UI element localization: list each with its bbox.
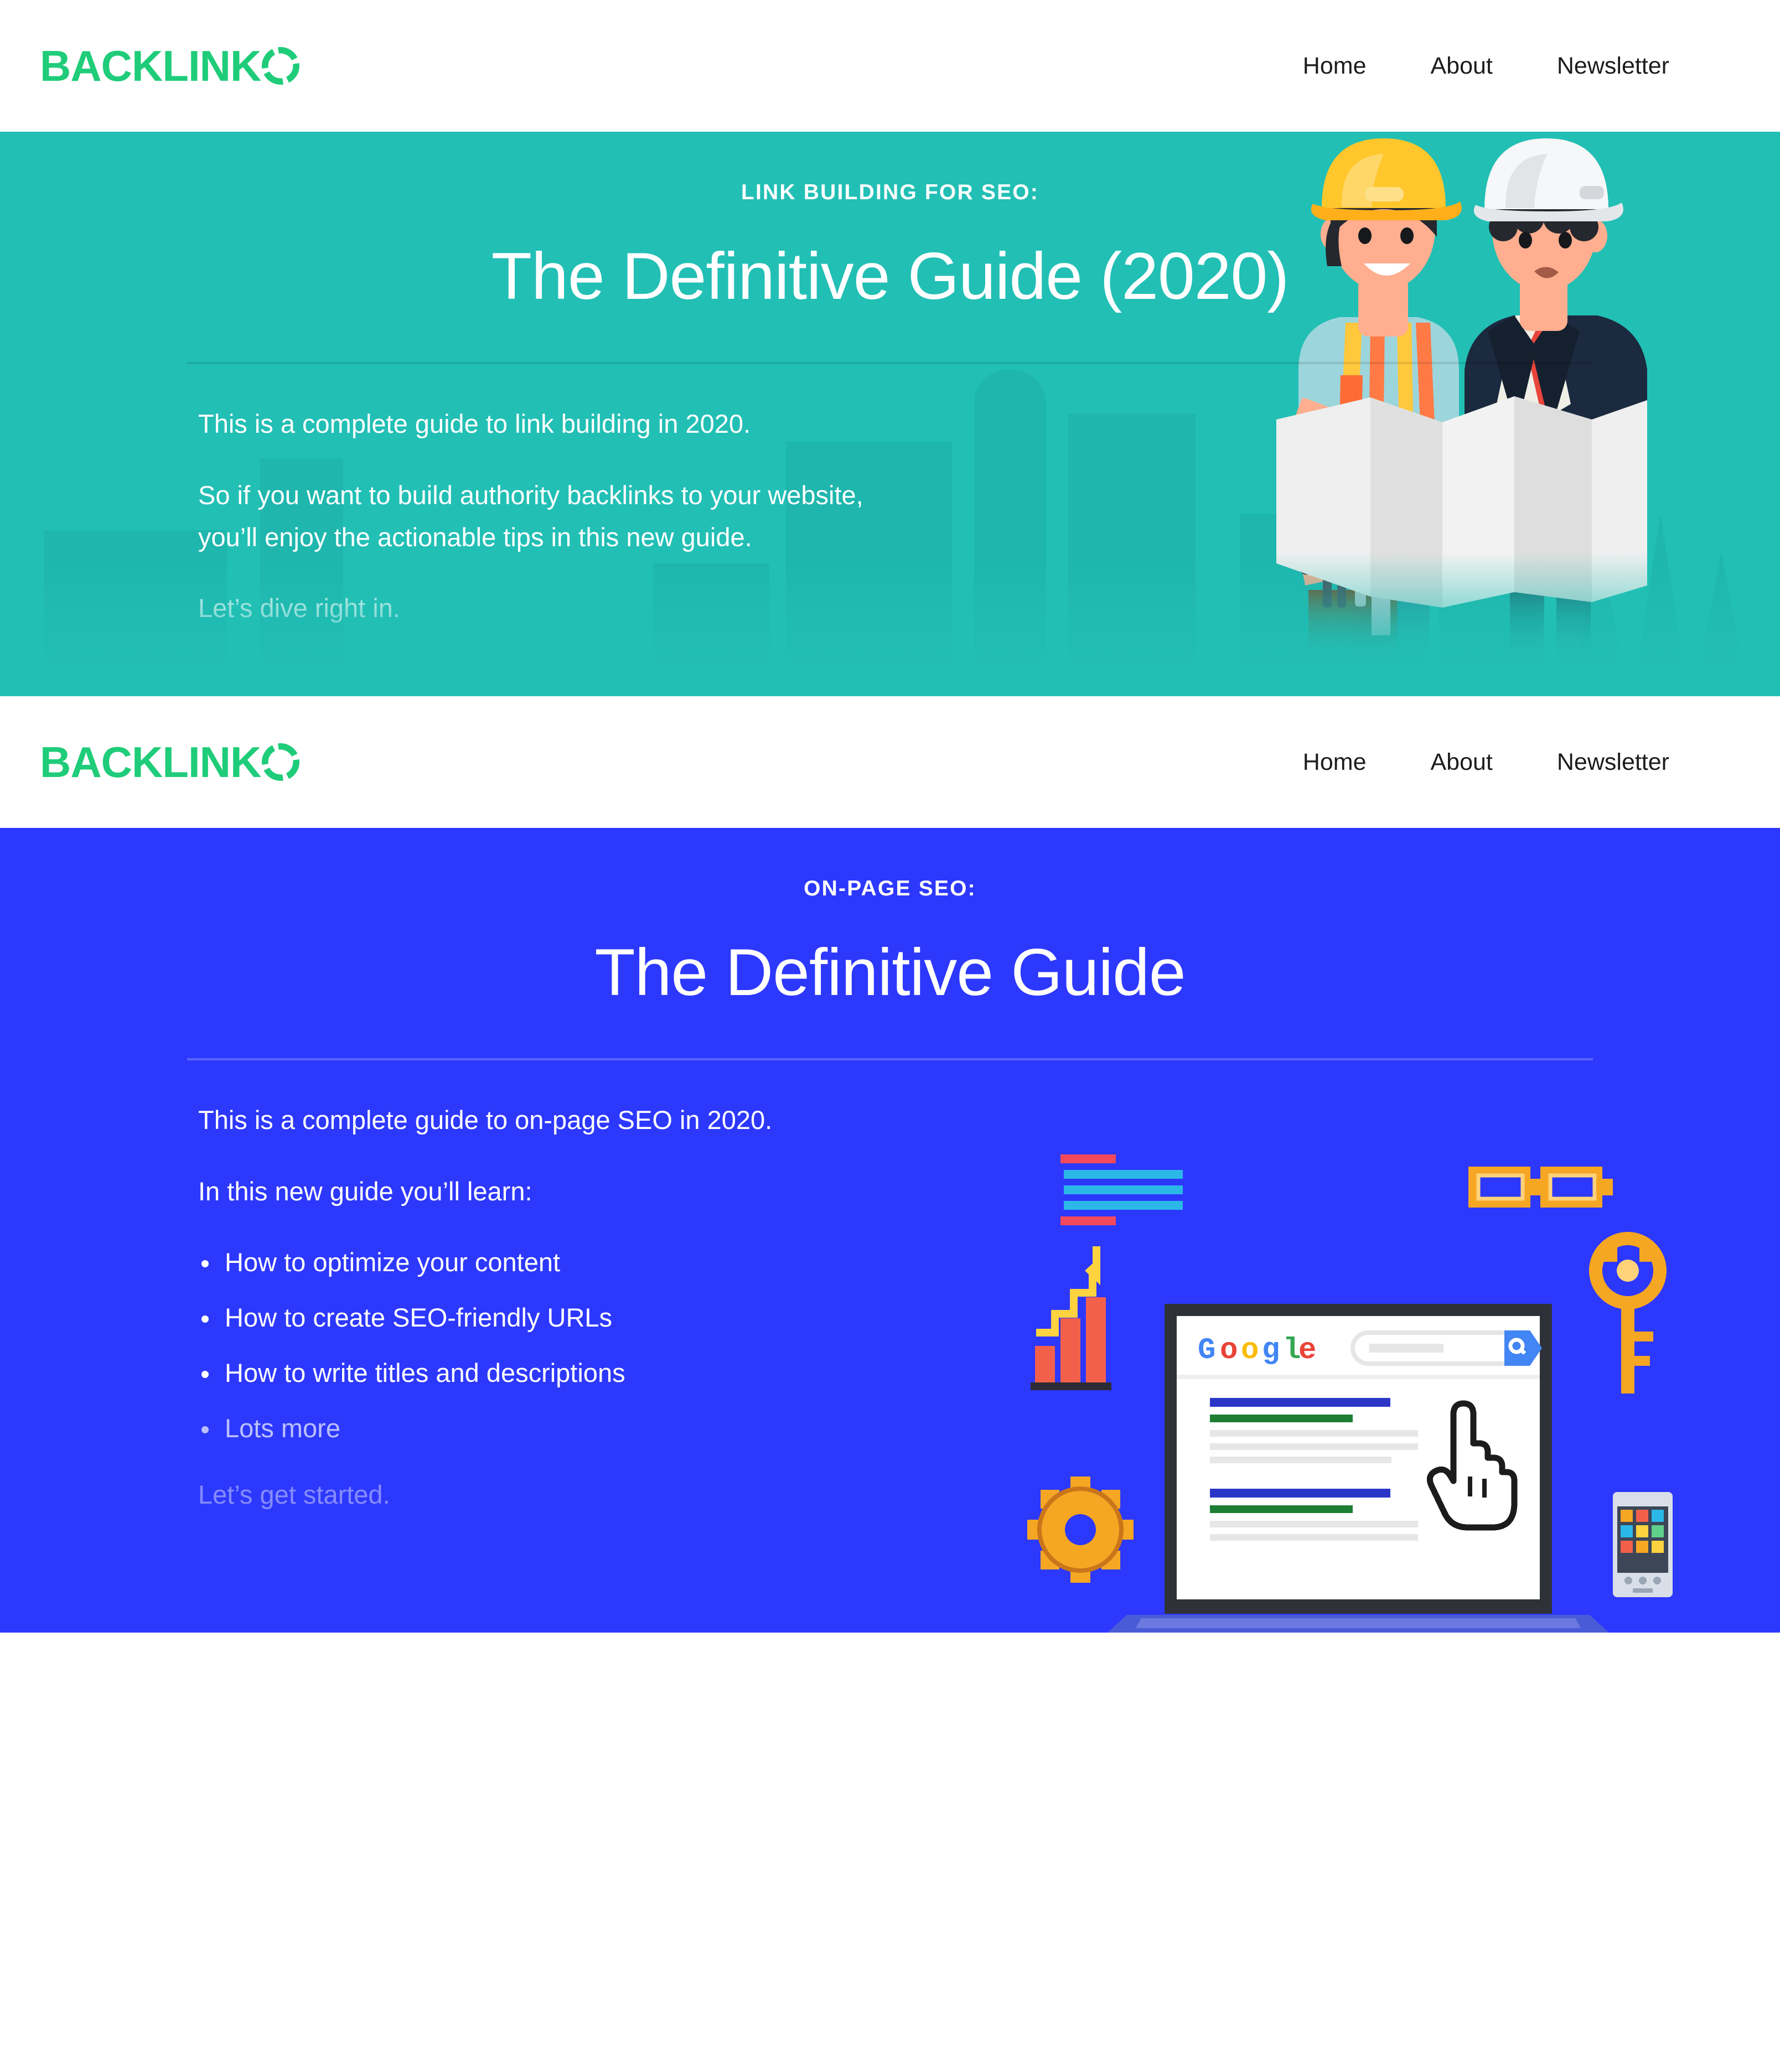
nav-link-about[interactable]: About <box>1399 54 1525 78</box>
backlinko-logo-second[interactable]: BACKLINK <box>40 738 300 786</box>
hero-divider <box>187 1058 1593 1061</box>
segmented-circle-o-icon <box>262 743 300 781</box>
hero-eyebrow: ON-PAGE SEO: <box>804 877 976 900</box>
hero-paragraph-2: So if you want to build authority backli… <box>198 480 863 552</box>
mobile-phone-icon <box>1613 1492 1673 1597</box>
hero-divider <box>187 362 1593 365</box>
nav-link-about[interactable]: About <box>1399 750 1525 774</box>
primary-navigation: Home About Newsletter <box>1271 54 1740 78</box>
logo-wordmark: BACKLINK <box>40 42 261 90</box>
hero-link-building: LINK BUILDING FOR SEO: The Definitive Gu… <box>0 132 1780 696</box>
key-icon <box>1589 1232 1667 1394</box>
nav-link-newsletter[interactable]: Newsletter <box>1525 54 1701 78</box>
hero-copy: This is a complete guide to link buildin… <box>187 403 879 658</box>
site-header-top: BACKLINK Home About Newsletter <box>0 0 1780 132</box>
list-item: How to optimize your content <box>198 1241 879 1283</box>
nav-link-home[interactable]: Home <box>1271 750 1399 774</box>
hero-eyebrow: LINK BUILDING FOR SEO: <box>741 180 1039 204</box>
hero-on-page-seo: G o o g l e ON-PAGE SEO: The Definitive … <box>0 828 1780 1633</box>
backlinko-logo-top[interactable]: BACKLINK <box>40 42 300 90</box>
hero-title: The Definitive Guide (2020) <box>491 239 1289 313</box>
hero-paragraph-3: Let’s dive right in. <box>198 593 400 623</box>
hero-illustration-slot <box>879 1099 1593 1387</box>
primary-navigation-second: Home About Newsletter <box>1271 750 1740 774</box>
hero-paragraph-1: This is a complete guide to link buildin… <box>198 409 751 439</box>
nav-link-newsletter[interactable]: Newsletter <box>1525 750 1701 774</box>
hero-closing-line: Let’s get started. <box>198 1480 390 1510</box>
hero-paragraph-2: In this new guide you’ll learn: <box>198 1176 532 1206</box>
hero-paragraph-1: This is a complete guide to on-page SEO … <box>198 1105 773 1135</box>
logo-wordmark: BACKLINK <box>40 738 261 786</box>
segmented-circle-o-icon <box>262 47 300 85</box>
hero-title: The Definitive Guide <box>594 935 1186 1009</box>
hero-bullet-list: How to optimize your content How to crea… <box>198 1241 879 1450</box>
list-item: How to create SEO-friendly URLs <box>198 1297 879 1339</box>
list-item: How to write titles and descriptions <box>198 1352 879 1394</box>
site-header-second: BACKLINK Home About Newsletter <box>0 696 1780 828</box>
nav-link-home[interactable]: Home <box>1271 54 1399 78</box>
hero-copy: This is a complete guide to on-page SEO … <box>187 1099 879 1545</box>
hero-illustration-slot <box>879 403 1593 691</box>
list-item: Lots more <box>198 1407 879 1449</box>
